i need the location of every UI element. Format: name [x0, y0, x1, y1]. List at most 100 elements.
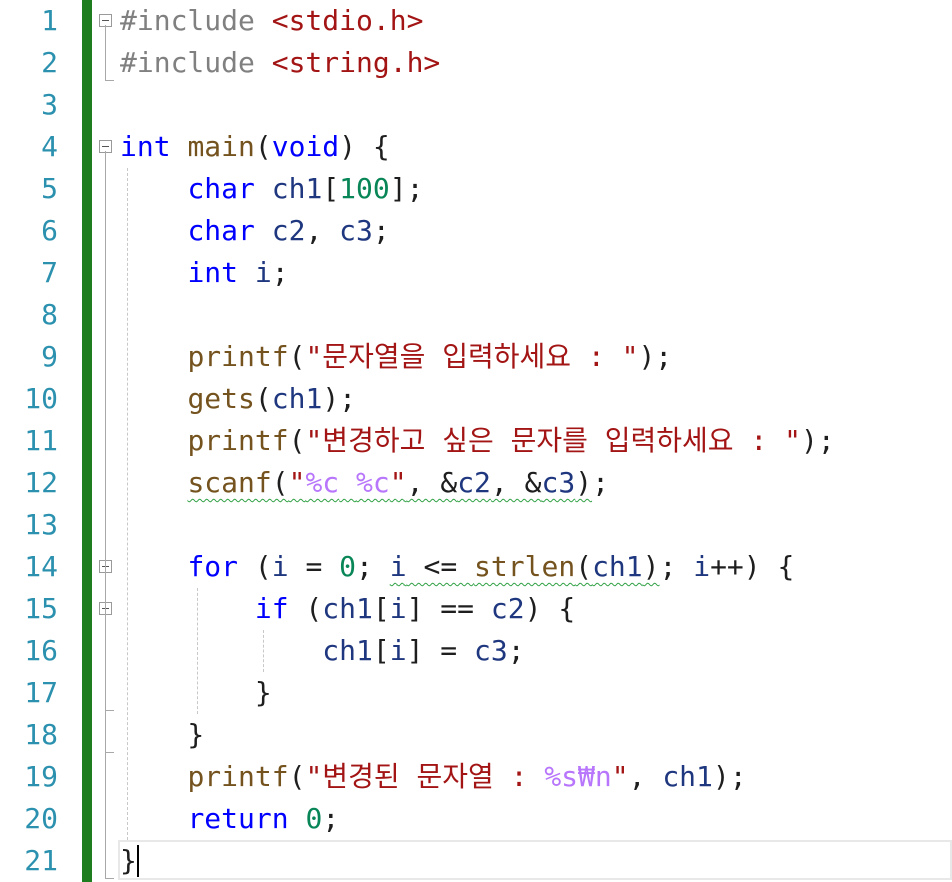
code-token: #include [120, 4, 272, 37]
code-token: 100 [339, 172, 390, 205]
code-token: [ [322, 172, 340, 205]
code-token: main [187, 130, 255, 163]
code-token: int [187, 256, 239, 289]
code-editor[interactable]: 1 2 3 4 5 6 7 8 9 10 11 12 13 14 15 16 17 18 19 20 21 #inclu… [0, 0, 952, 882]
code-token: ) { [524, 592, 576, 625]
line-number: 3 [41, 88, 58, 121]
code-line[interactable]: printf("변경하고 싶은 문자를 입력하세요 : "); [120, 420, 835, 462]
code-token: " [389, 466, 407, 499]
code-line[interactable]: gets(ch1); [120, 378, 356, 420]
code-token: scanf [187, 466, 272, 499]
line-number: 11 [24, 424, 58, 457]
line-number: 8 [41, 298, 58, 331]
code-line[interactable]: int main(void) { [120, 126, 390, 168]
code-token: "변경된 문자열 : [305, 760, 545, 793]
code-line[interactable]: } [120, 840, 137, 882]
code-line[interactable]: for (i = 0; i <= strlen(ch1); i++) { [120, 546, 794, 588]
code-line[interactable]: char c2, c3; [120, 210, 390, 252]
code-token: "변경하고 싶은 문자를 입력하세요 : " [305, 424, 801, 457]
code-token: ) [575, 466, 593, 499]
line-number: 6 [41, 214, 58, 247]
code-token: , & [406, 466, 458, 499]
code-token: %c [305, 466, 340, 499]
code-token: c3 [541, 466, 576, 499]
line-number: 15 [24, 592, 58, 625]
code-token: for [187, 550, 239, 583]
line-number: 9 [41, 340, 58, 373]
code-token: i [389, 550, 407, 583]
code-token: printf [187, 340, 289, 373]
code-line[interactable]: } [120, 714, 204, 756]
code-line[interactable]: scanf("%c %c", &c2, &c3); [120, 462, 608, 504]
code-token: char [187, 214, 255, 247]
code-token: i [693, 550, 711, 583]
code-line[interactable]: #include <stdio.h> [120, 0, 423, 42]
code-token: i [254, 256, 272, 289]
line-number: 10 [24, 382, 58, 415]
code-token: ( [288, 424, 306, 457]
code-token: ); [800, 424, 835, 457]
code-token: ; [372, 214, 390, 247]
code-token: ]; [389, 172, 424, 205]
code-token: ; [659, 550, 694, 583]
fold-region-end [105, 79, 114, 81]
code-token: return [187, 802, 289, 835]
code-token: if [254, 592, 289, 625]
code-token: c2 [457, 466, 491, 499]
code-token: ( [288, 340, 306, 373]
code-token: printf [187, 424, 289, 457]
text-caret [137, 845, 139, 877]
code-token: 0 [305, 802, 323, 835]
code-line[interactable]: printf("변경된 문자열 : %s₩n", ch1); [120, 756, 746, 798]
code-token: ; [507, 634, 525, 667]
code-token: i [389, 592, 407, 625]
code-token: = [288, 550, 340, 583]
fold-region-end [105, 709, 114, 711]
code-line[interactable]: printf("문자열을 입력하세요 : "); [120, 336, 672, 378]
code-token: , [628, 760, 663, 793]
code-token: ] == [406, 592, 491, 625]
code-token: ( [254, 382, 272, 415]
current-line-highlight [118, 840, 952, 880]
code-token: , [305, 214, 340, 247]
code-token: <string.h> [271, 46, 441, 79]
code-token: ) [642, 550, 660, 583]
fold-region-end [105, 877, 114, 879]
line-number: 2 [41, 46, 58, 79]
code-token: <stdio.h> [271, 4, 424, 37]
line-number: 19 [24, 760, 58, 793]
code-line[interactable]: int i; [120, 252, 288, 294]
code-token: ); [322, 382, 357, 415]
code-line[interactable]: char ch1[100]; [120, 168, 423, 210]
code-token: c3 [474, 634, 508, 667]
code-line[interactable]: ch1[i] = c3; [120, 630, 525, 672]
code-line[interactable]: } [120, 672, 272, 714]
line-number: 16 [24, 634, 58, 667]
code-token: ( [238, 550, 272, 583]
code-token: strlen [474, 550, 576, 583]
line-number: 17 [24, 676, 58, 709]
code-token: ch1 [271, 382, 323, 415]
code-line[interactable]: if (ch1[i] == c2) { [120, 588, 575, 630]
code-token: c3 [339, 214, 373, 247]
code-token: ] = [406, 634, 475, 667]
code-token: printf [187, 760, 289, 793]
line-number: 12 [24, 466, 58, 499]
code-line[interactable]: #include <string.h> [120, 42, 440, 84]
code-line[interactable]: return 0; [120, 798, 339, 840]
